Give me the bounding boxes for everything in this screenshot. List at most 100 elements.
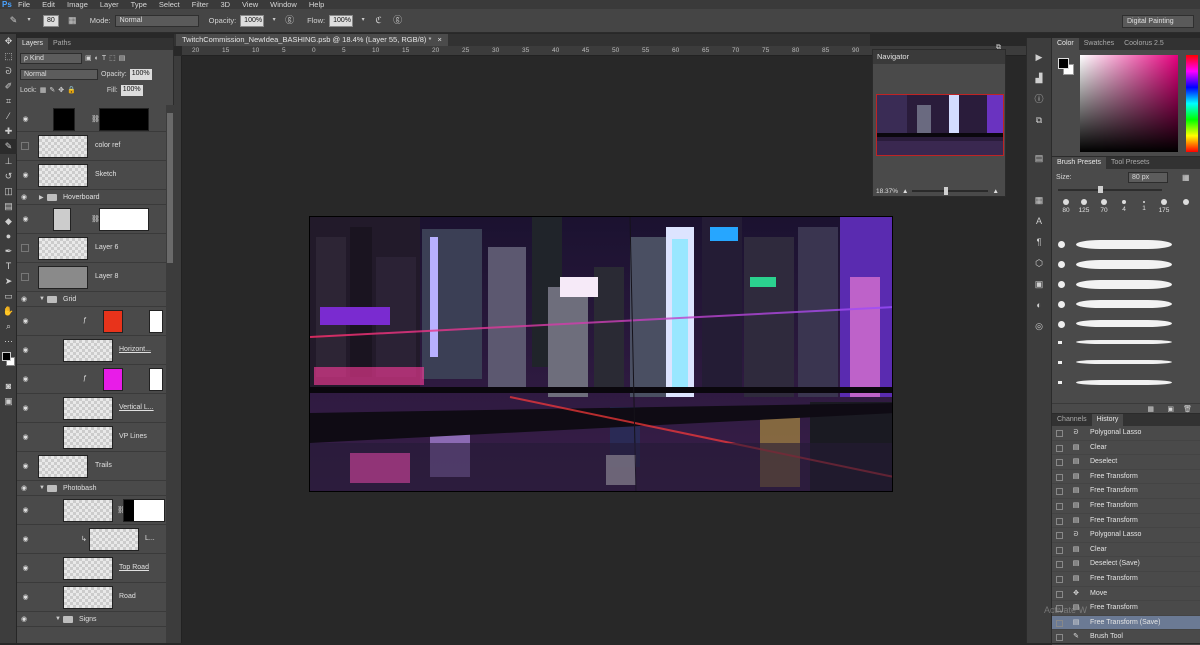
- brush-preset[interactable]: [1052, 315, 1200, 335]
- layer-row[interactable]: ◉ ƒ: [17, 307, 167, 336]
- eye-icon[interactable]: ◉: [21, 171, 30, 180]
- styles-icon[interactable]: ◎: [1029, 317, 1049, 335]
- healing-tool-icon[interactable]: ✚: [0, 124, 17, 139]
- eye-icon[interactable]: ◉: [21, 593, 30, 602]
- brush-preset[interactable]: [1052, 295, 1200, 315]
- eye-icon[interactable]: ◉: [21, 484, 27, 492]
- play-action-icon[interactable]: ▶: [1029, 48, 1049, 66]
- layer-row[interactable]: color ref: [17, 132, 167, 161]
- eye-icon[interactable]: ◉: [21, 564, 30, 573]
- layers-scrollbar[interactable]: [166, 105, 174, 643]
- history-snapshot-checkbox[interactable]: [1056, 430, 1063, 437]
- layer-row[interactable]: ◉ Vertical L...: [17, 394, 167, 423]
- menu-file[interactable]: File: [12, 0, 36, 9]
- visibility-toggle[interactable]: [21, 273, 29, 281]
- eye-icon[interactable]: ◉: [21, 433, 30, 442]
- histogram-icon[interactable]: ▟: [1029, 69, 1049, 87]
- new-brush-icon[interactable]: ▣: [1167, 405, 1174, 413]
- brush-tool-icon[interactable]: ✎: [7, 14, 20, 27]
- zoom-tool-icon[interactable]: ⌕: [0, 319, 17, 334]
- history-item[interactable]: ▤ Clear: [1052, 441, 1200, 456]
- collapse-arrow-icon[interactable]: ▼: [39, 296, 45, 302]
- quick-select-tool-icon[interactable]: ✐: [0, 79, 17, 94]
- properties-icon[interactable]: ▤: [1029, 149, 1049, 167]
- chevron-down-icon[interactable]: ▾: [26, 14, 32, 27]
- history-snapshot-checkbox[interactable]: [1056, 488, 1063, 496]
- hue-slider[interactable]: [1186, 55, 1198, 152]
- history-snapshot-checkbox[interactable]: [1056, 532, 1063, 540]
- blur-tool-icon[interactable]: ◆: [0, 214, 17, 229]
- tab-swatches[interactable]: Swatches: [1079, 38, 1119, 50]
- eyedropper-tool-icon[interactable]: ⁄: [0, 109, 17, 124]
- chevron-down-icon[interactable]: ▾: [360, 14, 366, 27]
- tab-layers[interactable]: Layers: [17, 38, 49, 50]
- history-snapshot-checkbox[interactable]: [1056, 459, 1063, 467]
- tab-coolorus[interactable]: Coolorus 2.5: [1119, 38, 1169, 50]
- history-item[interactable]: ▤ Deselect: [1052, 455, 1200, 470]
- tab-channels[interactable]: Channels: [1052, 414, 1092, 426]
- brush-size-slider[interactable]: [1058, 186, 1162, 193]
- brush-tip[interactable]: 175: [1154, 197, 1174, 214]
- history-snapshot-checkbox[interactable]: [1056, 575, 1063, 583]
- vertical-ruler[interactable]: [174, 56, 182, 643]
- layer-row[interactable]: Layer 6: [17, 234, 167, 263]
- layer-row[interactable]: Layer 8: [17, 263, 167, 292]
- opacity-input[interactable]: 100%: [240, 14, 265, 27]
- eye-icon[interactable]: ◉: [21, 215, 30, 224]
- foreground-color-swatch[interactable]: [1058, 58, 1069, 69]
- brush-tip[interactable]: 1: [1134, 197, 1154, 212]
- path-select-tool-icon[interactable]: ➤: [0, 274, 17, 289]
- eye-icon[interactable]: ◉: [21, 615, 27, 623]
- history-item[interactable]: ▤ Deselect (Save): [1052, 557, 1200, 572]
- history-snapshot-checkbox[interactable]: [1056, 444, 1063, 452]
- layer-row[interactable]: ◉ ⛓: [17, 105, 167, 132]
- eye-icon[interactable]: ◉: [21, 193, 27, 201]
- eye-icon[interactable]: ◉: [21, 317, 30, 326]
- history-item[interactable]: ▤ Clear: [1052, 543, 1200, 558]
- workspace-select[interactable]: Digital Painting: [1122, 15, 1194, 28]
- 3d-icon[interactable]: ⬡: [1029, 254, 1049, 272]
- menu-image[interactable]: Image: [61, 0, 94, 9]
- filter-smart-icon[interactable]: ▤: [119, 54, 126, 62]
- history-snapshot-checkbox[interactable]: [1056, 590, 1063, 598]
- lasso-tool-icon[interactable]: ᘐ: [0, 64, 17, 79]
- brush-preset[interactable]: [1052, 335, 1200, 355]
- color-swatches[interactable]: [0, 349, 16, 379]
- clone-stamp-tool-icon[interactable]: ⊥: [0, 154, 17, 169]
- layer-row[interactable]: ◉ ƒ: [17, 365, 167, 394]
- document-tab[interactable]: TwitchCommission_NewIdea_BASHING.psb @ 1…: [176, 34, 448, 46]
- eye-icon[interactable]: ◉: [21, 535, 30, 544]
- paragraph-icon[interactable]: ¶: [1029, 233, 1049, 251]
- horizontal-ruler[interactable]: 20 15 10 5 0 5 10 15 20 25 30 35 40 45 50 55 60 65 70 75 80 8…: [182, 46, 870, 56]
- eraser-tool-icon[interactable]: ◫: [0, 184, 17, 199]
- dodge-tool-icon[interactable]: ●: [0, 229, 17, 244]
- history-snapshot-checkbox[interactable]: [1056, 502, 1063, 510]
- history-item[interactable]: ▤ Free Transform: [1052, 470, 1200, 485]
- menu-layer[interactable]: Layer: [94, 0, 125, 9]
- foreground-color-swatch[interactable]: [2, 352, 11, 361]
- zoom-slider[interactable]: [912, 187, 989, 195]
- crop-tool-icon[interactable]: ⌗: [0, 94, 17, 109]
- history-brush-tool-icon[interactable]: ↺: [0, 169, 17, 184]
- tab-paths[interactable]: Paths: [48, 38, 76, 50]
- navigator-preview[interactable]: [876, 94, 1004, 156]
- brush-panel-toggle-icon[interactable]: ▦: [66, 14, 79, 27]
- move-tool-icon[interactable]: ✥: [0, 34, 17, 49]
- chevron-down-icon[interactable]: ▾: [271, 14, 277, 27]
- history-snapshot-checkbox[interactable]: [1056, 619, 1063, 627]
- layer-row[interactable]: ◉ ↳ L...: [17, 525, 167, 554]
- toggle-brush-panel-icon[interactable]: ▦: [1147, 405, 1154, 413]
- gradient-tool-icon[interactable]: ▤: [0, 199, 17, 214]
- menu-select[interactable]: Select: [153, 0, 186, 9]
- pen-tool-icon[interactable]: ✒: [0, 244, 17, 259]
- eye-icon[interactable]: ◉: [21, 506, 30, 515]
- group-row[interactable]: ◉ ▼ Grid: [17, 292, 167, 307]
- eye-icon[interactable]: ◉: [21, 115, 30, 124]
- layer-row[interactable]: ◉ Top Road: [17, 554, 167, 583]
- brush-preset[interactable]: [1052, 375, 1200, 395]
- character-icon[interactable]: A: [1029, 212, 1049, 230]
- history-item[interactable]: ▤ Free Transform: [1052, 499, 1200, 514]
- lock-position-icon[interactable]: ✥: [58, 86, 64, 94]
- brush-preset[interactable]: [1052, 275, 1200, 295]
- type-tool-icon[interactable]: T: [0, 259, 17, 274]
